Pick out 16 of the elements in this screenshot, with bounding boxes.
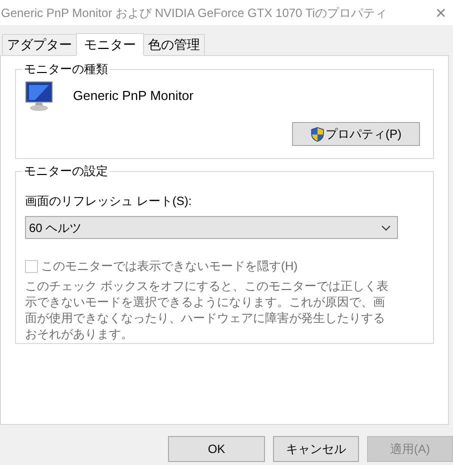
dialog-button[interactable]: OK <box>168 436 265 462</box>
group-heading: モニターの種類 <box>22 61 110 77</box>
refresh-rate-label: 画面のリフレッシュ レート(S): <box>25 193 193 210</box>
checkbox-label: このモニターでは表示できないモードを隠す(H) <box>41 258 298 275</box>
chevron-down-icon <box>381 224 391 230</box>
refresh-rate-dropdown[interactable]: 60 ヘルツ <box>25 216 398 239</box>
tab[interactable]: アダプター <box>2 34 77 55</box>
window-title: Generic PnP Monitor および NVIDIA GeForce GTX 1070 Tiのプロパティ <box>1 4 387 22</box>
tab[interactable]: モニター <box>76 33 144 56</box>
description-text: このチェック ボックスをオフにすると、このモニターでは正しく表示できないモードを選択できるようになります。これが原因で、画面が使用できなくなったり、ハードウェアに障害が発生したりするおそれがあります。 <box>25 278 390 342</box>
group-heading: モニターの設定 <box>22 163 110 179</box>
properties-button[interactable]: プロパティ(P) <box>292 122 420 146</box>
dialog-button[interactable]: キャンセル <box>273 436 359 462</box>
tab[interactable]: 色の管理 <box>143 34 205 55</box>
monitor-name: Generic PnP Monitor <box>73 87 194 106</box>
shield-icon <box>310 126 324 142</box>
